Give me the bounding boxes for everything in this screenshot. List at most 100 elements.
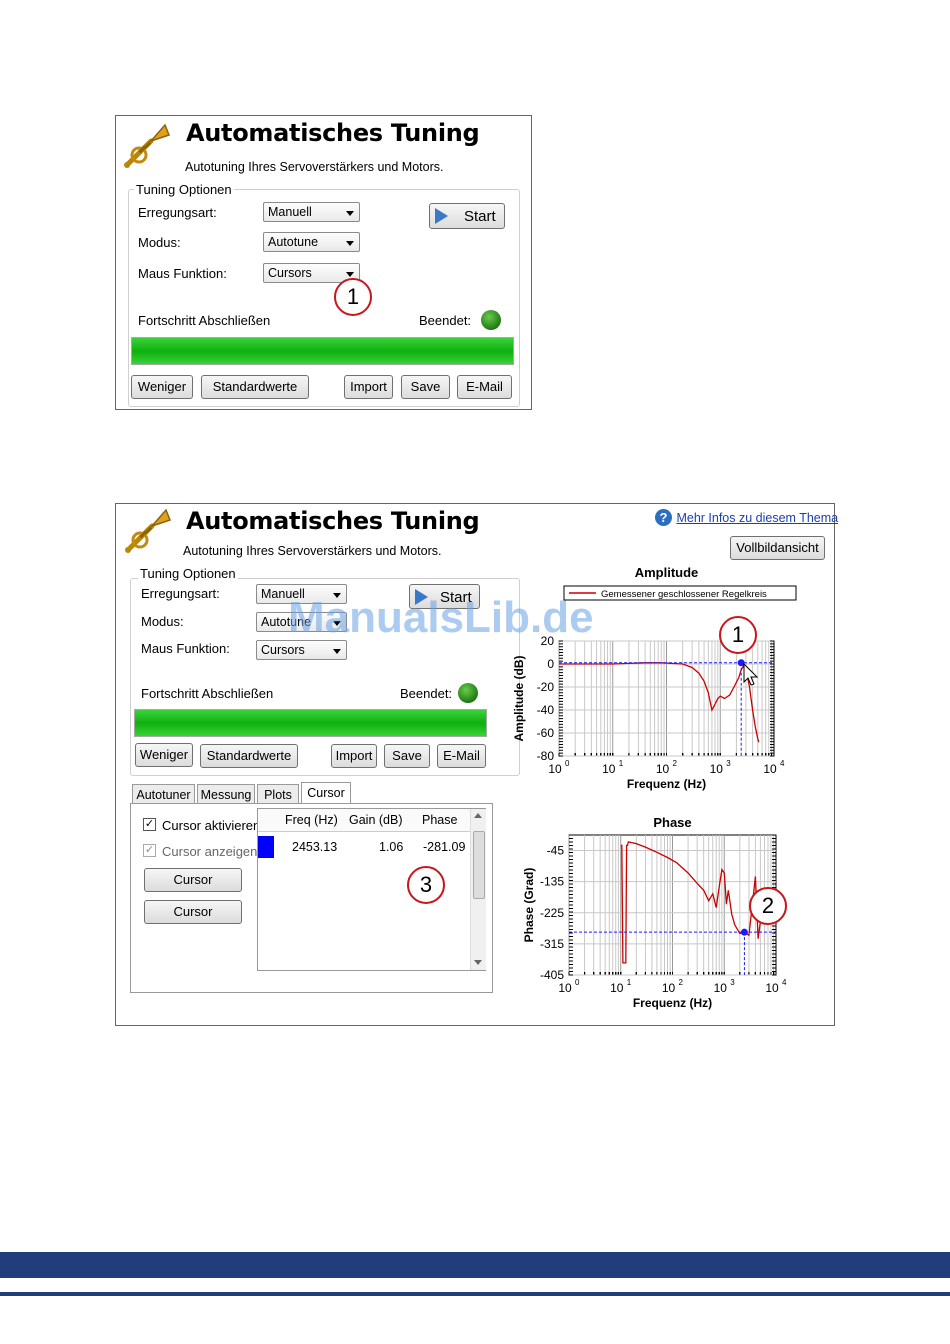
callout-marker: 1 <box>719 616 757 654</box>
import-button[interactable]: Import <box>331 744 377 768</box>
y-tick-label: -60 <box>537 726 555 740</box>
x-tick-exponent: 2 <box>673 759 678 768</box>
chart-title: Phase <box>653 815 691 830</box>
start-button[interactable]: Start <box>429 203 505 229</box>
help-link[interactable]: ? Mehr Infos zu diesem Thema <box>655 509 838 527</box>
y-tick-label: -45 <box>547 844 565 858</box>
tab-plots[interactable]: Plots <box>257 784 299 804</box>
footer-bar <box>0 1252 950 1278</box>
group-label: Tuning Optionen <box>138 566 238 581</box>
chart-title: Amplitude <box>635 565 699 580</box>
status-label: Beendet: <box>419 313 472 328</box>
cell-phase: -281.09 <box>423 840 466 854</box>
standardwerte-button[interactable]: Standardwerte <box>201 375 309 399</box>
x-tick-exponent: 1 <box>619 759 624 768</box>
group-label: Tuning Optionen <box>134 182 234 197</box>
tab-autotuner[interactable]: Autotuner <box>132 784 195 804</box>
mouse-function-select[interactable]: Cursors <box>256 640 347 660</box>
tuning-panel-expanded: Automatisches Tuning Autotuning Ihres Se… <box>115 503 838 1026</box>
help-link-text: Mehr Infos zu diesem Thema <box>676 510 839 525</box>
y-axis-label: Amplitude (dB) <box>512 656 526 742</box>
x-tick-exponent: 3 <box>726 759 731 768</box>
x-axis-label: Frequenz (Hz) <box>633 996 712 1010</box>
mode-value: Autotune <box>268 235 319 249</box>
cursor-table: Freq (Hz) Gain (dB) Phase 2453.13 1.06 -… <box>257 808 486 971</box>
excitation-label: Erregungsart: <box>138 205 217 220</box>
weniger-button[interactable]: Weniger <box>135 743 193 767</box>
footer-line <box>0 1292 950 1296</box>
x-tick-label: 10 <box>548 762 562 776</box>
cursor-activate-checkbox[interactable]: ✓ <box>143 818 156 831</box>
callout-marker: 1 <box>334 278 372 316</box>
x-tick-exponent: 4 <box>782 978 787 987</box>
x-tick-exponent: 1 <box>627 978 632 987</box>
chevron-down-icon <box>346 272 354 277</box>
progress-bar <box>131 337 514 365</box>
tuning-panel-compact: Automatisches Tuning Autotuning Ihres Se… <box>115 115 532 410</box>
x-tick-label: 10 <box>710 762 724 776</box>
cursor-button-1[interactable]: Cursor <box>144 868 242 892</box>
tab-cursor[interactable]: Cursor <box>301 782 351 804</box>
mouse-function-value: Cursors <box>261 643 305 657</box>
x-tick-exponent: 0 <box>565 759 570 768</box>
y-tick-label: -405 <box>540 968 564 982</box>
y-tick-label: -135 <box>540 875 564 889</box>
weniger-button[interactable]: Weniger <box>131 375 193 399</box>
mode-select[interactable]: Autotune <box>263 232 360 252</box>
start-label: Start <box>464 208 496 225</box>
y-tick-label: -225 <box>540 906 564 920</box>
fullscreen-button[interactable]: Vollbildansicht <box>730 536 825 560</box>
excitation-select[interactable]: Manuell <box>263 202 360 222</box>
email-button[interactable]: E-Mail <box>457 375 512 399</box>
standardwerte-button[interactable]: Standardwerte <box>200 744 298 768</box>
x-tick-label: 10 <box>558 981 572 995</box>
mode-label: Modus: <box>138 235 181 250</box>
cell-gain: 1.06 <box>379 840 404 854</box>
x-tick-label: 10 <box>714 981 728 995</box>
page-title: Automatisches Tuning <box>186 507 480 535</box>
excitation-label: Erregungsart: <box>141 586 220 601</box>
chevron-down-icon <box>346 211 354 216</box>
mouse-function-label: Maus Funktion: <box>141 641 230 656</box>
col-gain-header: Gain (dB) <box>349 813 403 827</box>
x-tick-exponent: 3 <box>730 978 735 987</box>
cursor-show-label: Cursor anzeigen <box>162 844 258 859</box>
x-tick-label: 10 <box>610 981 624 995</box>
x-tick-label: 10 <box>765 981 779 995</box>
scroll-thumb[interactable] <box>473 831 485 899</box>
watermark: ManualsLib.de <box>288 593 594 642</box>
x-tick-exponent: 4 <box>780 759 785 768</box>
status-led-icon <box>458 683 478 703</box>
mode-label: Modus: <box>141 614 184 629</box>
callout-marker: 3 <box>407 866 445 904</box>
save-button[interactable]: Save <box>401 375 450 399</box>
cursor-button-2[interactable]: Cursor <box>144 900 242 924</box>
mouse-function-label: Maus Funktion: <box>138 266 227 281</box>
y-tick-label: -20 <box>537 680 555 694</box>
excitation-value: Manuell <box>268 205 312 219</box>
tab-messung[interactable]: Messung <box>197 784 255 804</box>
y-tick-label: -315 <box>540 937 564 951</box>
callout-marker: 2 <box>749 887 787 925</box>
table-row[interactable]: 2453.13 1.06 -281.09 <box>258 836 470 860</box>
cursor-show-checkbox[interactable]: ✓ <box>143 844 156 857</box>
x-tick-exponent: 0 <box>575 978 580 987</box>
progress-label: Fortschritt Abschließen <box>141 686 274 701</box>
play-icon <box>435 208 448 224</box>
x-tick-label: 10 <box>656 762 670 776</box>
cursor-color-swatch <box>258 836 274 858</box>
scroll-down-arrow-icon[interactable] <box>474 960 482 965</box>
cell-freq: 2453.13 <box>292 840 338 854</box>
status-led-icon <box>481 310 501 330</box>
help-icon: ? <box>655 509 672 527</box>
page-subtitle: Autotuning Ihres Servoverstärkers und Mo… <box>183 544 442 558</box>
progress-label: Fortschritt Abschließen <box>138 313 271 328</box>
scroll-up-arrow-icon[interactable] <box>474 813 482 818</box>
mouse-function-value: Cursors <box>268 266 312 280</box>
trumpet-icon <box>125 508 171 553</box>
import-button[interactable]: Import <box>344 375 393 399</box>
email-button[interactable]: E-Mail <box>437 744 486 768</box>
vertical-scrollbar[interactable] <box>470 809 486 970</box>
save-button[interactable]: Save <box>384 744 430 768</box>
x-tick-exponent: 2 <box>679 978 684 987</box>
